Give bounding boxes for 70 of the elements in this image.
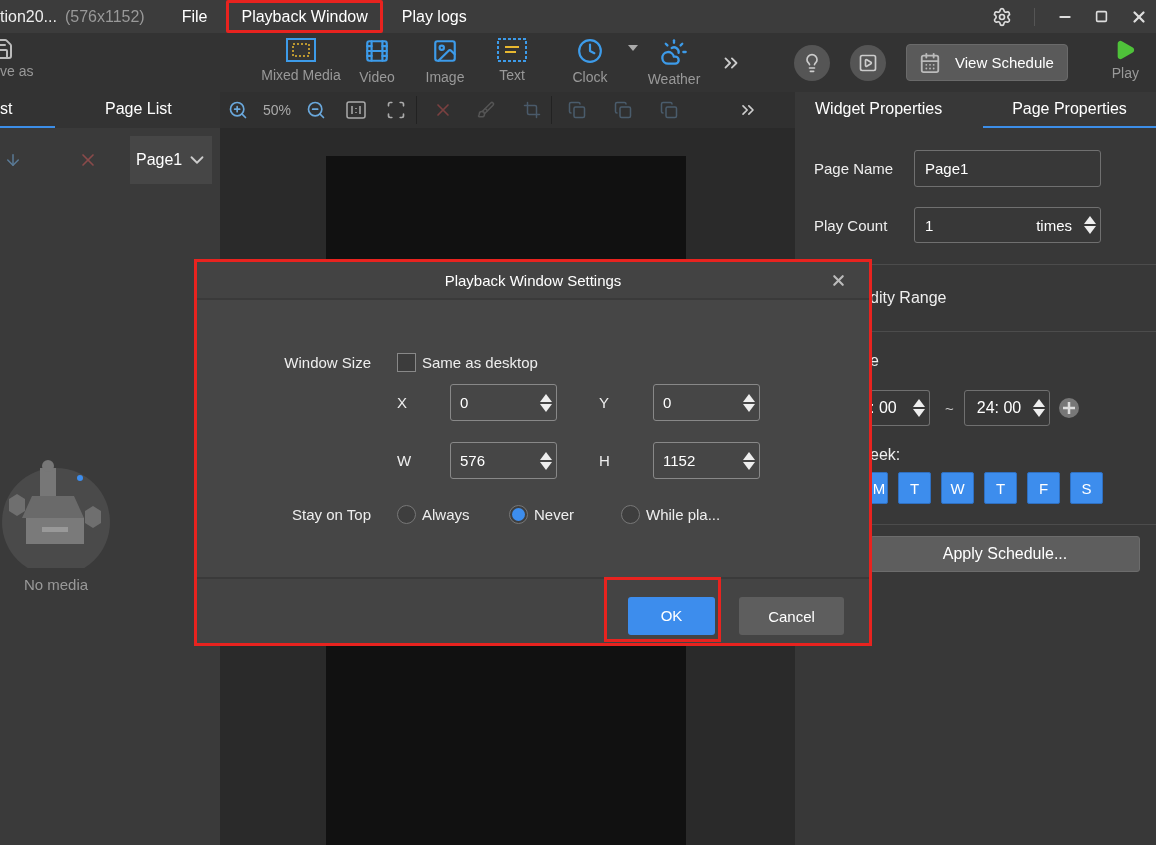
text-frame-icon [497, 38, 527, 62]
film-icon [364, 38, 390, 64]
panel-tab[interactable]: Page Properties [983, 92, 1156, 128]
field-label: Stay on Top [291, 506, 371, 523]
field-label: H [599, 452, 611, 469]
field-label: Play Count [814, 216, 889, 234]
toolbar-button[interactable]: Weather [642, 33, 706, 92]
number-field[interactable]: 1152 [653, 442, 760, 479]
play-count-field[interactable]: 1 times [914, 207, 1101, 243]
field-label: W [397, 452, 413, 469]
radio-option[interactable]: While pla... [621, 505, 733, 524]
field-label: Window Size [283, 354, 371, 371]
same-as-desktop-checkbox[interactable]: Same as desktop [397, 353, 869, 372]
page-dropdown[interactable]: Page1 [130, 136, 212, 184]
panel-tab[interactable]: st [0, 92, 55, 128]
number-field[interactable]: 576 [450, 442, 557, 479]
actual-size-icon[interactable] [346, 101, 366, 119]
spin-arrows-icon[interactable] [743, 451, 755, 470]
close-icon[interactable] [830, 272, 847, 289]
zoom-out-icon[interactable] [306, 100, 326, 120]
caret-icon[interactable] [628, 45, 638, 51]
play-screen-button[interactable] [850, 44, 886, 81]
spin-arrows-icon[interactable] [1032, 399, 1045, 417]
down-arrow-icon[interactable] [4, 151, 22, 169]
panel-tab[interactable]: Widget Properties [815, 92, 955, 128]
toolbar-button[interactable]: Text [482, 33, 542, 92]
toolbar-button[interactable]: Clock [560, 33, 620, 92]
resolution-text: (576x1152) [64, 7, 145, 26]
spin-arrows-icon[interactable] [1084, 216, 1096, 234]
field-label: X [397, 394, 408, 411]
spin-arrows-icon[interactable] [540, 451, 552, 470]
field-label: Page Name [814, 160, 895, 177]
apply-schedule-button[interactable]: Apply Schedule... [870, 536, 1140, 572]
play-screen-icon [858, 52, 878, 73]
zoom-in-icon[interactable] [228, 100, 248, 120]
add-icon[interactable] [1057, 397, 1080, 419]
cloud-sun-icon [660, 38, 688, 66]
save-as-button[interactable]: ve as [0, 33, 40, 92]
spin-arrows-icon[interactable] [743, 393, 755, 412]
end-time-field[interactable]: 24: 00 [963, 390, 1050, 426]
calendar-icon [919, 51, 941, 74]
toolbar-button[interactable]: Video [346, 33, 408, 92]
menu-item[interactable]: Play logs [386, 0, 482, 33]
dashed-frame-icon [286, 38, 316, 62]
maximize-icon[interactable] [1095, 10, 1108, 23]
number-field[interactable]: 0 [450, 384, 557, 421]
range-separator: ~ [945, 399, 954, 417]
empty-text: No media [23, 576, 89, 593]
toolbar-button[interactable]: Image [414, 33, 476, 92]
page-name-field[interactable]: Page1 [914, 150, 1101, 187]
radio-option[interactable]: Never [509, 505, 621, 524]
image-icon [432, 38, 458, 64]
spin-arrows-icon[interactable] [540, 393, 552, 412]
cancel-button[interactable]: Cancel [739, 597, 844, 635]
field-label: Y [599, 394, 610, 411]
dialog-title: Playback Window Settings [444, 271, 622, 289]
radio-option[interactable]: Always [397, 505, 509, 524]
window-title: tion20... [0, 7, 57, 26]
zoom-level: 50% [262, 102, 292, 118]
clock-icon [577, 38, 603, 64]
menu-item[interactable]: Playback Window [226, 0, 383, 33]
spin-arrows-icon[interactable] [913, 399, 925, 417]
play-button[interactable]: Play [1111, 33, 1139, 92]
lightbulb-button[interactable] [794, 44, 830, 81]
toolbar-button[interactable]: Mixed Media [256, 33, 346, 92]
number-field[interactable]: 0 [653, 384, 760, 421]
view-schedule-button[interactable]: View Schedule [906, 44, 1068, 81]
settings-icon[interactable] [992, 6, 1012, 27]
fit-icon[interactable] [386, 100, 406, 120]
menu-item[interactable]: File [166, 0, 223, 33]
